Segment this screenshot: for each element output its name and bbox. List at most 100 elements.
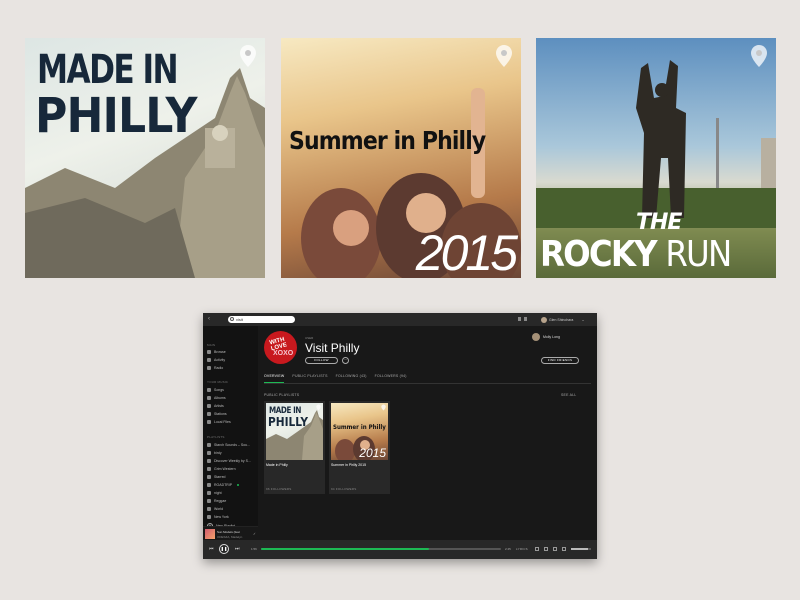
playlist-name[interactable]: Made in Philly [266,463,288,467]
browse-icon [207,350,211,354]
see-all-link[interactable]: SEE ALL [561,393,576,397]
profile-logo: WITH LOVE XOXO [264,331,297,364]
follow-button[interactable]: FOLLOW [305,357,338,364]
location-pin-icon [240,45,256,67]
avatar [532,333,540,341]
sidebar-playlist[interactable]: Starred [207,475,225,479]
cover-title-rocky: ROCKY [540,234,658,275]
sidebar-item-artists[interactable]: Artists [207,404,224,408]
more-options-button[interactable]: ··· [342,357,349,364]
now-playing-album-art[interactable] [205,529,215,539]
user-menu[interactable]: Glen Shinohara ⌄ [541,316,585,323]
tab-followers[interactable]: FOLLOWERS (94) [375,373,407,383]
stations-icon [207,412,211,416]
sidebar-item-radio[interactable]: Radio [207,366,223,370]
back-arrow-icon[interactable]: ‹ [208,316,210,322]
sidebar-playlist[interactable]: Grim Western [207,467,236,471]
sidebar-item-browse[interactable]: Browse [207,350,226,354]
cover-title: ROCKY RUN [540,234,732,275]
check-icon[interactable]: ✓ [253,532,256,536]
playlist-cover-line2: 2015 [359,446,386,460]
sidebar-item-stations[interactable]: Stations [207,412,227,416]
user-name: Glen Shinohara [549,317,574,322]
progress-fill [261,548,429,550]
playlist-card[interactable]: Summer in Philly 2015 Summer in Philly 2… [329,401,390,494]
playlist-name[interactable]: Summer in Philly 2015 [331,463,366,467]
logo-text-line2: XOXO [273,350,294,357]
sidebar-playlist[interactable]: birdy [207,451,222,455]
cover-made-in-philly[interactable]: MADE IN PHILLY [25,38,265,278]
playlist-cover[interactable]: Summer in Philly 2015 [331,403,388,460]
playlist-icon [207,499,211,503]
sidebar-playlist[interactable]: Starch Sounds – Sou... [207,443,250,447]
progress-bar[interactable] [261,548,501,550]
playlist-cover[interactable]: MADE IN PHILLY [266,403,323,460]
cover-year: 2015 [415,225,518,278]
playlist-followers: 94 FOLLOWERS [331,487,357,491]
chevron-down-icon: ⌄ [581,317,585,322]
now-playing-title[interactable]: Sun Models (feat [217,530,240,534]
tab-overview[interactable]: OVERVIEW [264,373,285,383]
location-pin-icon [496,45,512,67]
sidebar-playlist[interactable]: night [207,491,222,495]
sidebar-item-albums[interactable]: Albums [207,396,226,400]
player-bar: ⏮ ❚❚ ⏭ 1:56 2:45 LYRICS [203,540,597,559]
bell-icon[interactable] [518,317,521,321]
next-track-icon[interactable]: ⏭ [235,546,241,552]
sidebar-playlist[interactable]: World [207,507,223,511]
playlist-icon [207,507,211,511]
cover-rocky-run[interactable]: THE ROCKY RUN [536,38,776,278]
sidebar-item-activity[interactable]: Activity [207,358,225,362]
inbox-icon[interactable] [524,317,527,321]
sidebar-item-local-files[interactable]: Local Files [207,420,231,424]
shuffle-icon[interactable] [544,547,548,551]
sidebar-item-label: Stations [214,412,227,416]
playlist-icon [207,443,211,447]
search-icon [230,317,234,321]
location-pin-icon [316,404,321,411]
profile-tabs: OVERVIEW PUBLIC PLAYLISTS FOLLOWING (43)… [264,373,591,384]
search-input[interactable]: visit [228,316,295,323]
sidebar-playlist[interactable]: Reggae [207,499,226,503]
sidebar-item-label: Discover Weekly by S... [214,459,251,463]
previous-track-icon[interactable]: ⏮ [209,546,215,552]
sidebar-item-songs[interactable]: Songs [207,388,224,392]
playlist-card[interactable]: MADE IN PHILLY Made in Philly 96 FOLLOWE… [264,401,325,494]
sidebar-item-label: birdy [214,451,222,455]
volume-slider[interactable] [571,548,591,550]
cover-title: Summer in Philly [289,126,486,155]
sidebar-playlist[interactable]: Discover Weekly by S... [207,459,251,463]
lyrics-button[interactable]: LYRICS [516,547,528,551]
location-pin-icon [751,45,767,67]
playlist-followers: 96 FOLLOWERS [266,487,292,491]
sidebar-item-label: Radio [214,366,224,370]
page-title: Visit Philly [305,341,360,355]
sidebar-item-label: New York [214,515,229,519]
cover-title-line2: PHILLY [35,88,198,144]
sidebar-item-label: Artists [214,404,224,408]
activity-icon [207,358,211,362]
sidebar-playlist[interactable]: ROADTRIP [207,483,240,487]
sidebar-item-label: Starred [214,475,226,479]
cover-summer-in-philly[interactable]: Summer in Philly 2015 [281,38,521,278]
artists-icon [207,404,211,408]
profile-page: WITH LOVE XOXO USER Visit Philly FOLLOW … [258,326,597,540]
notification-icons [518,317,532,322]
cover-title-the: THE [636,210,682,235]
volume-icon[interactable] [562,547,566,551]
find-friends-button[interactable]: FIND FRIENDS [541,357,579,364]
sidebar-playlist[interactable]: New York [207,515,229,519]
tab-public-playlists[interactable]: PUBLIC PLAYLISTS [292,373,327,383]
queue-icon[interactable] [535,547,539,551]
now-playing-artist[interactable]: ODESZA, Madelyn [217,535,242,539]
cover-title-line1: MADE IN [37,47,179,93]
tab-following[interactable]: FOLLOWING (43) [336,373,367,383]
sidebar-item-label: Songs [214,388,224,392]
repeat-icon[interactable] [553,547,557,551]
friend-activity-user[interactable]: Molly Long [532,333,560,341]
pause-button[interactable]: ❚❚ [219,544,229,554]
volume-fill [571,548,588,550]
sidebar-section-main: MAIN [207,343,216,347]
playlist-icon [207,491,211,495]
radio-icon [207,366,211,370]
